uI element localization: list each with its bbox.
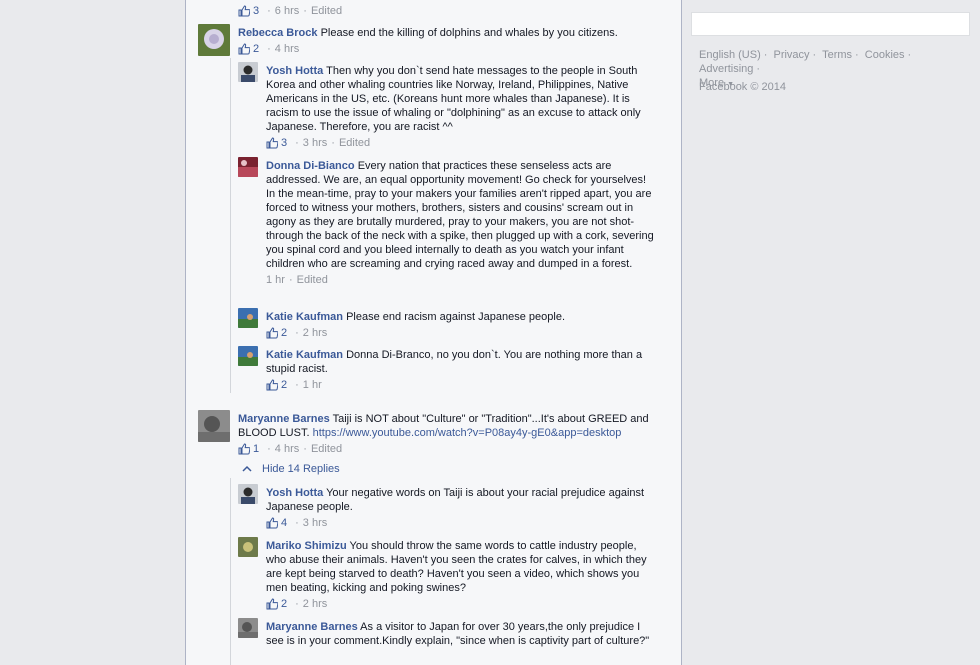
comment-text: Every nation that practices these sensel… <box>266 160 654 270</box>
comment-meta: 2 · 2 hrs <box>266 597 658 611</box>
avatar[interactable] <box>198 410 230 442</box>
timestamp[interactable]: 2 hrs <box>303 326 327 340</box>
comment-author[interactable]: Yosh Hotta <box>266 487 323 499</box>
avatar[interactable] <box>238 308 258 328</box>
thumbs-up-icon <box>238 43 250 55</box>
comments-feed: 3 · 6 hrs · Edited Rebecca Brock Please en… <box>185 0 682 665</box>
reply: Yosh Hotta Then why you don`t send hate … <box>238 62 658 150</box>
comment-meta: 1 · 4 hrs · Edited <box>238 442 658 456</box>
thumbs-up-icon <box>266 379 278 391</box>
chevron-up-icon <box>242 465 252 472</box>
avatar[interactable] <box>238 484 258 504</box>
hide-replies-label: Hide 14 Replies <box>262 463 340 475</box>
comment-author[interactable]: Rebecca Brock <box>238 27 318 39</box>
comment: Rebecca Brock Please end the killing of … <box>198 24 658 56</box>
reply: Maryanne Barnes As a visitor to Japan fo… <box>238 618 658 648</box>
edited-label[interactable]: Edited <box>339 136 370 150</box>
comment-author[interactable]: Yosh Hotta <box>266 65 323 77</box>
comment-meta: 2 · 1 hr <box>266 378 658 392</box>
thumbs-up-icon <box>266 517 278 529</box>
reply: Katie Kaufman Please end racism against … <box>238 308 658 340</box>
reply: Mariko Shimizu You should throw the same… <box>238 537 658 611</box>
edited-label[interactable]: Edited <box>311 4 342 18</box>
footer-link-privacy[interactable]: Privacy <box>773 49 809 61</box>
reply: Donna Di-Bianco Every nation that practi… <box>238 157 658 287</box>
comment-author[interactable]: Mariko Shimizu <box>266 540 347 552</box>
comment-meta: 3 · 6 hrs · Edited <box>238 4 342 18</box>
copyright: Facebook © 2014 <box>699 81 786 93</box>
thumbs-up-icon <box>266 327 278 339</box>
edited-label[interactable]: Edited <box>311 442 342 456</box>
comment-text: Please end racism against Japanese peopl… <box>346 311 566 323</box>
thumbs-up-icon <box>238 5 250 17</box>
comment-author[interactable]: Katie Kaufman <box>266 311 343 323</box>
avatar[interactable] <box>198 24 230 56</box>
timestamp[interactable]: 1 hr <box>266 273 285 287</box>
comment-author[interactable]: Maryanne Barnes <box>238 413 330 425</box>
comment-author[interactable]: Katie Kaufman <box>266 349 343 361</box>
comment-meta: 2 · 2 hrs <box>266 326 658 340</box>
timestamp[interactable]: 4 hrs <box>275 442 299 456</box>
thumbs-up-icon <box>238 443 250 455</box>
like-count[interactable]: 1 <box>238 442 259 456</box>
comment-author[interactable]: Donna Di-Bianco <box>266 160 355 172</box>
comment-meta: 1 hr · Edited <box>266 273 328 287</box>
timestamp[interactable]: 3 hrs <box>303 136 327 150</box>
reply: Katie Kaufman Donna Di-Branco, no you do… <box>238 346 658 392</box>
comment-text: Your negative words on Taiji is about yo… <box>266 487 645 513</box>
like-count[interactable]: 2 <box>266 597 287 611</box>
footer-link-advertising[interactable]: Advertising <box>699 63 753 75</box>
thumbs-up-icon <box>266 598 278 610</box>
footer-link-language[interactable]: English (US) <box>699 49 761 61</box>
avatar[interactable] <box>238 346 258 366</box>
comment-link[interactable]: https://www.youtube.com/watch?v=P08ay4y-… <box>313 427 622 439</box>
avatar[interactable] <box>238 618 258 638</box>
like-count[interactable]: 3 <box>266 136 287 150</box>
avatar[interactable] <box>238 157 258 177</box>
timestamp[interactable]: 3 hrs <box>303 516 327 530</box>
footer-link-cookies[interactable]: Cookies <box>865 49 905 61</box>
footer-link-terms[interactable]: Terms <box>822 49 852 61</box>
like-count[interactable]: 2 <box>266 378 287 392</box>
comment-meta: 3 · 3 hrs · Edited <box>266 136 658 150</box>
reply: Yosh Hotta Your negative words on Taiji … <box>238 484 658 530</box>
timestamp[interactable]: 2 hrs <box>303 597 327 611</box>
hide-replies-button[interactable]: Hide 14 Replies <box>238 463 340 475</box>
thread-line <box>230 478 231 665</box>
timestamp[interactable]: 4 hrs <box>275 42 299 56</box>
like-count[interactable]: 2 <box>238 42 259 56</box>
search-input[interactable] <box>691 12 970 36</box>
timestamp[interactable]: 1 hr <box>303 378 322 392</box>
avatar[interactable] <box>238 62 258 82</box>
like-count[interactable]: 3 <box>238 4 259 18</box>
comment-text: Please end the killing of dolphins and w… <box>320 27 618 39</box>
thread-line <box>230 58 231 393</box>
like-count[interactable]: 4 <box>266 516 287 530</box>
like-count[interactable]: 2 <box>266 326 287 340</box>
comment-meta: 2 · 4 hrs <box>238 42 658 56</box>
comment-author[interactable]: Maryanne Barnes <box>266 621 358 633</box>
thumbs-up-icon <box>266 137 278 149</box>
comment: Maryanne Barnes Taiji is NOT about "Cult… <box>198 410 658 456</box>
edited-label[interactable]: Edited <box>297 273 328 287</box>
comment-meta: 4 · 3 hrs <box>266 516 658 530</box>
avatar[interactable] <box>238 537 258 557</box>
comment-text: Then why you don`t send hate messages to… <box>266 65 641 133</box>
timestamp[interactable]: 6 hrs <box>275 4 299 18</box>
